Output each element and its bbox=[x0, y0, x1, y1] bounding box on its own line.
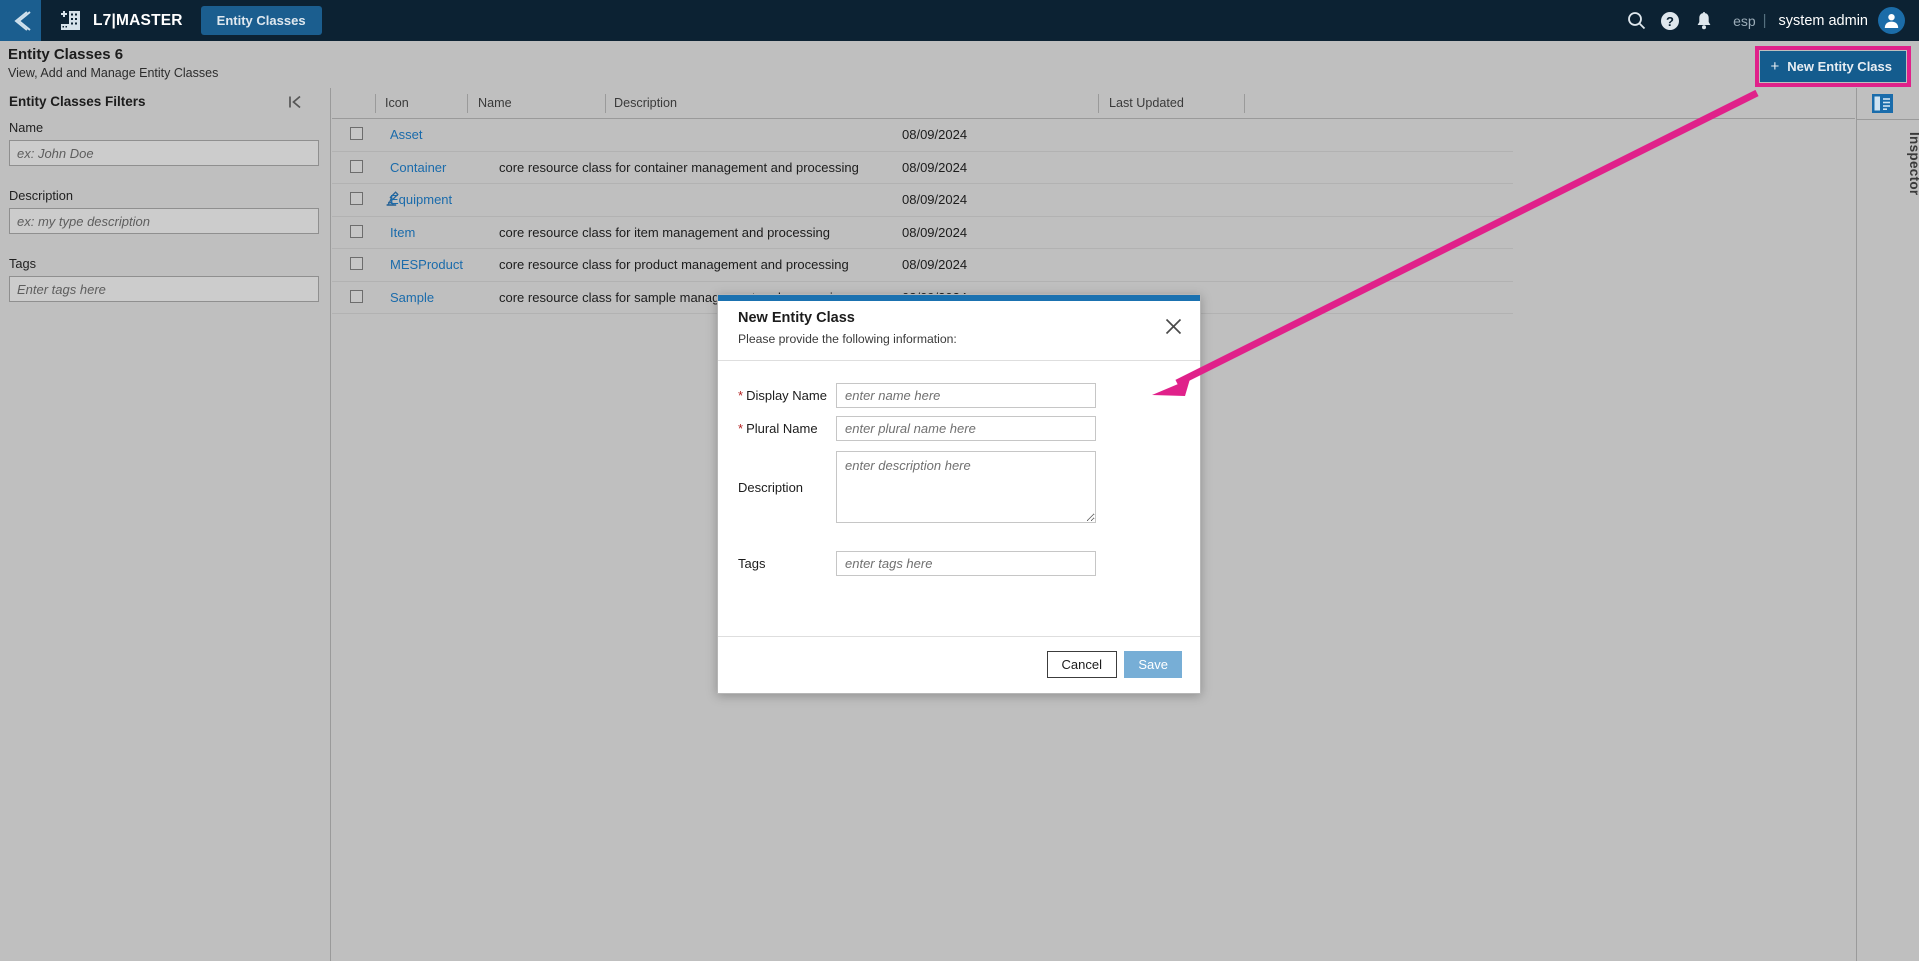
field-label-display-name: * Display Name bbox=[738, 388, 827, 403]
table-rows: Asset 08/09/2024 Container core resource… bbox=[332, 119, 1513, 314]
page-subtitle: View, Add and Manage Entity Classes bbox=[8, 66, 219, 80]
field-label-plural-name: * Plural Name bbox=[738, 421, 818, 436]
table-row[interactable]: Container core resource class for contai… bbox=[332, 152, 1513, 184]
column-divider[interactable] bbox=[375, 94, 376, 113]
row-checkbox[interactable] bbox=[350, 159, 363, 173]
table-row[interactable]: MESProduct core resource class for produ… bbox=[332, 249, 1513, 282]
column-header-name[interactable]: Name bbox=[478, 96, 512, 110]
new-entity-class-button[interactable]: + New Entity Class bbox=[1760, 51, 1906, 82]
row-last-updated: 08/09/2024 bbox=[902, 127, 968, 142]
row-name-link[interactable]: Sample bbox=[390, 290, 434, 305]
modal-footer: Cancel Save bbox=[718, 637, 1200, 693]
row-checkbox[interactable] bbox=[350, 224, 363, 238]
row-last-updated: 08/09/2024 bbox=[902, 159, 968, 175]
inspector-panel: Inspector bbox=[1856, 88, 1919, 961]
facility-building-icon bbox=[58, 8, 83, 33]
row-last-updated: 08/09/2024 bbox=[902, 192, 968, 207]
required-asterisk: * bbox=[738, 388, 744, 403]
modal-header: New Entity Class Please provide the foll… bbox=[718, 301, 1200, 361]
user-avatar-icon[interactable] bbox=[1878, 7, 1905, 34]
display-name-input[interactable] bbox=[836, 383, 1096, 408]
save-button[interactable]: Save bbox=[1124, 651, 1182, 678]
column-header-icon[interactable]: Icon bbox=[385, 96, 409, 110]
cancel-button[interactable]: Cancel bbox=[1046, 651, 1117, 678]
filters-title: Entity Classes Filters bbox=[9, 94, 146, 109]
filters-header: Entity Classes Filters bbox=[0, 88, 330, 120]
label-text: Display Name bbox=[746, 388, 827, 403]
row-checkbox[interactable] bbox=[350, 289, 363, 303]
bell-icon[interactable] bbox=[1687, 0, 1721, 41]
row-last-updated: 08/09/2024 bbox=[902, 257, 968, 272]
row-last-updated: 08/09/2024 bbox=[902, 224, 968, 240]
row-name-link[interactable]: Asset bbox=[390, 127, 423, 142]
back-button[interactable] bbox=[0, 0, 41, 41]
field-label-tags: Tags bbox=[738, 556, 766, 571]
description-textarea[interactable] bbox=[836, 451, 1096, 523]
divider bbox=[1857, 119, 1919, 120]
help-circle-icon[interactable]: ? bbox=[1653, 0, 1687, 41]
language-code[interactable]: esp bbox=[1733, 13, 1756, 29]
row-checkbox[interactable] bbox=[350, 257, 363, 270]
table-row[interactable]: Item core resource class for item manage… bbox=[332, 217, 1513, 249]
row-name-link[interactable]: Container bbox=[390, 160, 446, 175]
row-checkbox[interactable] bbox=[350, 192, 363, 205]
filter-tags-label: Tags bbox=[9, 256, 37, 271]
table-row[interactable]: Asset 08/09/2024 bbox=[332, 119, 1513, 152]
entity-classes-filters-panel: Entity Classes Filters Name Description … bbox=[0, 88, 331, 961]
filter-tags-group: Tags bbox=[0, 256, 330, 302]
close-icon[interactable] bbox=[1160, 313, 1186, 339]
chevron-left-icon bbox=[13, 10, 31, 31]
filter-name-label: Name bbox=[9, 120, 44, 135]
row-description: core resource class for item management … bbox=[499, 224, 830, 240]
modal-subtitle: Please provide the following information… bbox=[738, 332, 957, 346]
new-entity-class-modal: New Entity Class Please provide the foll… bbox=[717, 294, 1201, 694]
user-name[interactable]: system admin bbox=[1779, 13, 1868, 29]
plural-name-input[interactable] bbox=[836, 416, 1096, 441]
top-navigation-bar: L7|MASTER Entity Classes ? esp | system … bbox=[0, 0, 1919, 41]
inspector-panel-icon[interactable] bbox=[1870, 92, 1895, 115]
filter-name-input[interactable] bbox=[9, 140, 319, 166]
page-title: Entity Classes 6 bbox=[8, 46, 124, 63]
row-description: core resource class for product manageme… bbox=[499, 257, 849, 272]
modal-body: *Display Name *Plural Name Description T… bbox=[718, 361, 1200, 637]
column-divider[interactable] bbox=[1244, 94, 1245, 113]
table-header-row: Icon Name Description Last Updated bbox=[332, 88, 1855, 119]
column-divider[interactable] bbox=[467, 94, 468, 113]
page-header: Entity Classes 6 View, Add and Manage En… bbox=[0, 41, 1919, 88]
column-divider[interactable] bbox=[1098, 94, 1099, 113]
app-title: L7|MASTER bbox=[93, 11, 183, 29]
modal-title: New Entity Class bbox=[738, 310, 855, 326]
filter-description-label: Description bbox=[9, 188, 74, 203]
row-description: core resource class for container manage… bbox=[499, 159, 859, 175]
field-label-description: Description bbox=[738, 480, 804, 495]
new-entity-class-label: New Entity Class bbox=[1787, 59, 1892, 74]
column-header-description[interactable]: Description bbox=[614, 96, 677, 110]
search-icon[interactable] bbox=[1619, 0, 1653, 41]
tags-input[interactable] bbox=[836, 551, 1096, 576]
column-header-last-updated[interactable]: Last Updated bbox=[1109, 96, 1184, 110]
filter-tags-input[interactable] bbox=[9, 276, 319, 302]
row-name-link[interactable]: Equipment bbox=[390, 192, 452, 207]
inspector-label[interactable]: Inspector bbox=[1859, 132, 1919, 195]
new-entity-class-highlight: + New Entity Class bbox=[1755, 46, 1911, 87]
required-asterisk: * bbox=[738, 421, 744, 436]
plus-icon: + bbox=[1770, 58, 1780, 75]
svg-text:?: ? bbox=[1666, 14, 1674, 29]
row-checkbox[interactable] bbox=[350, 127, 363, 140]
column-divider[interactable] bbox=[605, 94, 606, 113]
tab-entity-classes[interactable]: Entity Classes bbox=[200, 6, 322, 35]
nav-divider: | bbox=[1762, 12, 1767, 29]
collapse-panel-left-icon[interactable] bbox=[284, 91, 306, 113]
table-row[interactable]: Equipment 08/09/2024 bbox=[332, 184, 1513, 217]
top-nav-right-group: ? esp | system admin bbox=[1619, 0, 1919, 41]
row-name-link[interactable]: MESProduct bbox=[390, 257, 463, 272]
filter-description-group: Description bbox=[0, 188, 330, 234]
label-text: Plural Name bbox=[746, 421, 818, 436]
row-name-link[interactable]: Item bbox=[390, 225, 415, 240]
filter-name-group: Name bbox=[0, 120, 330, 166]
filter-description-input[interactable] bbox=[9, 208, 319, 234]
